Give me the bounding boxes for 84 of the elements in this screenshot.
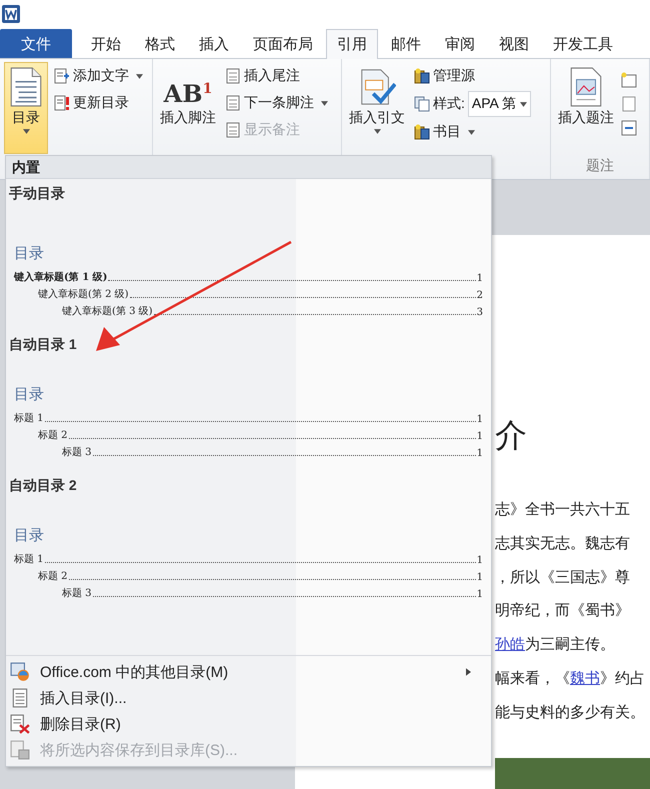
gallery-option-title[interactable]: 手动目录 (6, 179, 483, 205)
text-link[interactable]: 孙皓 (495, 636, 525, 654)
dropdown-button[interactable]: 插入引文 (346, 62, 408, 154)
toc-preview-heading: 目录 (13, 385, 45, 405)
toc-preview-heading: 目录 (13, 244, 45, 264)
ribbon-tab[interactable]: 格式 (134, 29, 186, 58)
page-number: 2 (476, 290, 483, 301)
submenu-arrow-icon (466, 668, 471, 676)
ribbon-tab[interactable]: 插入 (188, 29, 240, 58)
menu-item[interactable]: Office.com 中的其他目录(M) (6, 659, 491, 685)
caret-icon (520, 102, 527, 106)
page-number: 1 (476, 414, 483, 425)
toc-preview-entry: 标题 3 (62, 446, 92, 459)
books-icon (414, 124, 430, 140)
ribbon-button[interactable]: 插入题注 (555, 62, 617, 154)
document-heading: 介 (495, 415, 528, 455)
body-text: 明帝纪，而《蜀书》 (495, 602, 630, 620)
pages-icon (414, 96, 430, 112)
group-label: 题注 (586, 157, 614, 173)
toc-preview-entry: 标题 2 (38, 428, 68, 442)
toc-preview-entry: 标题 2 (38, 570, 68, 583)
ribbon-tab[interactable]: 页面布局 (242, 29, 324, 58)
ribbon-tab[interactable]: 开发工具 (542, 29, 624, 58)
ribbon-button[interactable]: 更新目录 (52, 91, 145, 115)
document-icon (225, 122, 241, 138)
ribbon-tab[interactable]: 开始 (80, 29, 132, 58)
style-label: 样式: (433, 95, 465, 113)
body-text: 为三嗣主传。 (525, 636, 615, 654)
dropdown-button[interactable]: 书目 (412, 120, 531, 144)
dropdown-button[interactable]: 下一条脚注 (223, 91, 330, 115)
ribbon-tab[interactable]: 审阅 (434, 29, 486, 58)
menu-section-header: 内置 (6, 156, 491, 179)
file-tab[interactable]: 文件 (0, 29, 72, 58)
caret-icon (136, 74, 143, 78)
toc-preview-entry: 键入章标题(第 1 级) (14, 270, 108, 284)
page-number: 1 (476, 448, 483, 459)
caret-down-icon (22, 129, 30, 134)
body-text: 幅来看，《 (495, 670, 570, 687)
document-icon (225, 68, 241, 84)
gallery-option-title[interactable]: 自动目录 1 (6, 330, 483, 356)
ribbon-tab[interactable]: 视图 (488, 29, 540, 58)
text-link[interactable]: 魏书 (570, 670, 600, 687)
dropdown-button[interactable]: 添加文字 (52, 64, 145, 88)
body-text: 志》全书一共六十五 (495, 501, 630, 518)
body-text: 》约占 (600, 670, 645, 687)
body-text: 志其实无志。魏志有 (495, 534, 630, 552)
toc-preview-entry: 键入章标题(第 2 级) (38, 288, 129, 301)
ribbon-tab[interactable]: 引用 (326, 29, 378, 59)
ribbon-button[interactable]: 管理源 (412, 64, 531, 88)
save-to-gallery-icon (10, 740, 30, 760)
page-number: 1 (476, 589, 483, 600)
dropdown-button[interactable]: 目录 (4, 62, 48, 154)
ribbon-tab[interactable]: 邮件 (380, 29, 432, 58)
page-number: 1 (476, 555, 483, 566)
style-dropdown[interactable]: APA 第 (468, 91, 531, 117)
caret-down-icon (374, 129, 380, 134)
toc-preview-heading: 目录 (13, 526, 45, 546)
add-text-icon (54, 68, 70, 84)
page-number: 1 (476, 572, 483, 583)
gallery-option-title[interactable]: 自动目录 2 (6, 471, 483, 497)
ribbon-button[interactable]: AB$^{1}$ 插入脚注 (157, 62, 219, 154)
page-number: 3 (476, 307, 483, 318)
update-document-icon (54, 95, 70, 111)
ribbon-button[interactable]: 插入尾注 (223, 64, 330, 88)
body-text: 能与史料的多少有关。 (495, 704, 645, 721)
caret-icon (321, 100, 328, 106)
globe-document-icon (10, 662, 30, 682)
toc-preview-entry: 键入章标题(第 3 级) (62, 304, 153, 318)
books-icon (414, 68, 430, 84)
menu-item[interactable]: 插入目录(I)... (6, 685, 491, 711)
document-icon (10, 688, 30, 708)
document-icon (225, 95, 241, 111)
word-logo-icon[interactable] (2, 5, 20, 23)
toc-preview-entry: 标题 1 (14, 412, 44, 425)
toc-preview-entry: 标题 1 (14, 552, 44, 566)
delete-document-icon (10, 714, 30, 734)
toc-preview-entry: 标题 3 (62, 586, 92, 600)
body-text: ，所以《三国志》尊 (495, 568, 630, 586)
caret-icon (468, 130, 475, 134)
menu-item[interactable]: 删除目录(R) (6, 711, 491, 737)
footnote-icon-text: AB$^{1}$ (164, 78, 212, 107)
document-icon[interactable] (621, 96, 637, 112)
page-number: 1 (476, 273, 483, 284)
page-number: 1 (476, 431, 483, 442)
